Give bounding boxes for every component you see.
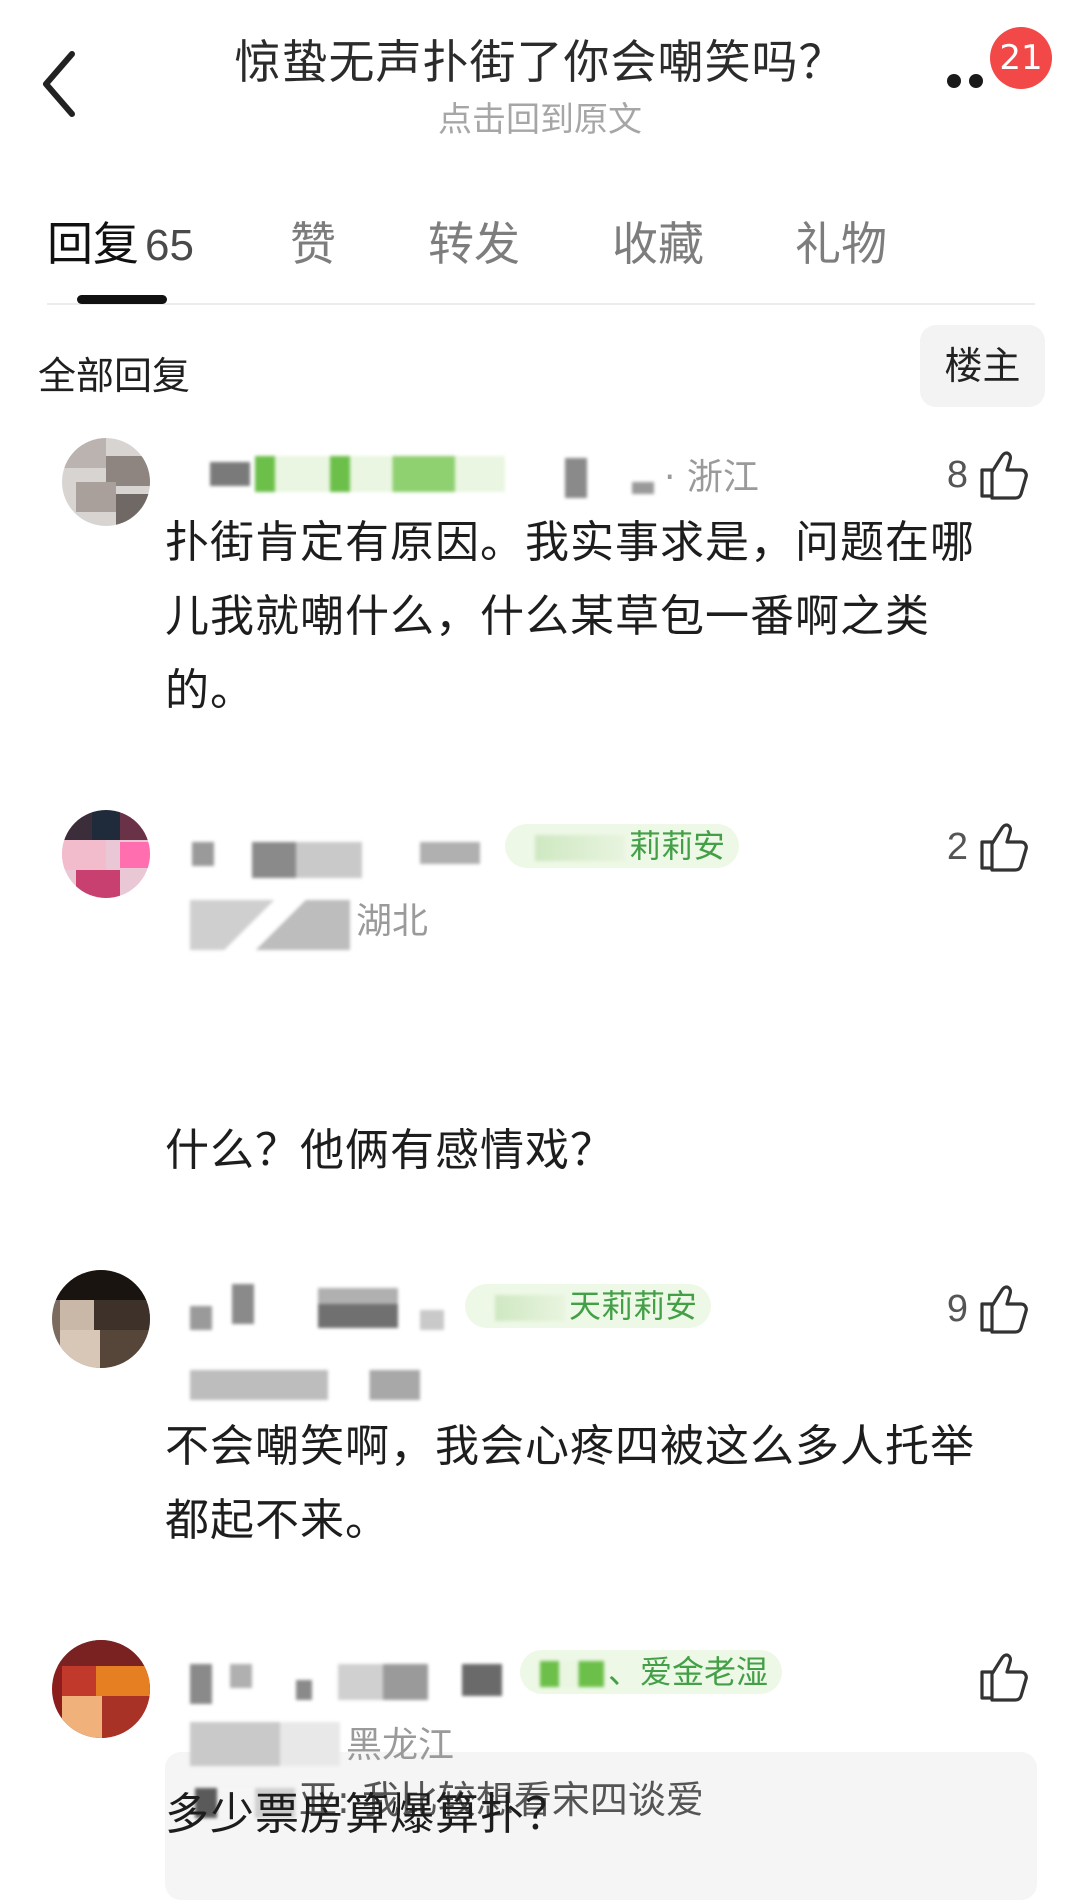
dot-icon xyxy=(969,74,983,88)
region-label: 黑龙江 xyxy=(346,1725,455,1766)
reply-count: 65 xyxy=(145,221,194,270)
region-prefix-mask xyxy=(190,900,350,950)
user-badge[interactable]: 莉莉安 xyxy=(505,824,740,868)
like-button[interactable] xyxy=(970,1650,1030,1710)
username-mask xyxy=(462,1664,502,1696)
owner-filter-button[interactable]: 楼主 xyxy=(920,325,1045,407)
badge-label: 、爱金老湿 xyxy=(608,1653,769,1691)
like-count: 8 xyxy=(946,454,968,496)
avatar[interactable] xyxy=(62,438,150,526)
comment-item: · 浙江 8 扑街肯定有原因。我实事求是，问题在哪儿我就嘲什么，什么某草包一番啊… xyxy=(0,430,1080,730)
like-count: 9 xyxy=(946,1288,968,1330)
user-badge-mask xyxy=(255,456,505,492)
region-label: · 浙江 xyxy=(664,457,759,498)
tab-favorites[interactable]: 收藏 xyxy=(612,208,704,274)
username-mask xyxy=(338,1664,428,1700)
tab-label: 回复 xyxy=(47,217,139,271)
region-prefix-mask xyxy=(190,1722,340,1766)
tab-replies[interactable]: 回复 65 xyxy=(47,208,194,274)
thumbs-up-icon xyxy=(980,823,1028,872)
back-to-original-link[interactable]: 点击回到原文 xyxy=(0,92,1080,141)
tab-active-indicator xyxy=(77,295,167,304)
badge-mask xyxy=(540,1661,604,1687)
comment-item: 天莉莉安 9 不会嘲笑啊，我会心疼四被这么多人托举都起不来。 xyxy=(0,1270,1080,1570)
region-label: 湖北 xyxy=(356,901,429,942)
badge-label: 天莉莉安 xyxy=(569,1287,698,1325)
page-title: 惊蛰无声扑街了你会嘲笑吗？ xyxy=(234,35,846,89)
like-button[interactable]: 9 xyxy=(930,1282,1030,1342)
thumbs-up-icon xyxy=(980,1653,1028,1702)
tab-divider xyxy=(47,303,1035,305)
badge-mask xyxy=(535,835,625,861)
comment-text: 什么？他俩有感情戏？ xyxy=(165,1125,615,1176)
thumbs-up-icon xyxy=(980,1285,1028,1334)
username-mask xyxy=(210,462,250,486)
like-button[interactable]: 8 xyxy=(930,448,1030,508)
all-replies-label: 全部回复 xyxy=(38,354,191,398)
username-mask xyxy=(190,1664,212,1704)
badge-mask xyxy=(495,1295,565,1321)
tab-reposts[interactable]: 转发 xyxy=(428,208,520,274)
name-mask xyxy=(632,482,654,494)
tab-gifts[interactable]: 礼物 xyxy=(795,208,887,274)
region-mask xyxy=(190,1370,420,1400)
username-mask xyxy=(318,1288,398,1328)
username-mask xyxy=(192,842,214,866)
username-mask xyxy=(190,1306,212,1330)
username-mask xyxy=(252,842,362,878)
badge-label: 莉莉安 xyxy=(629,827,726,865)
tab-likes[interactable]: 赞 xyxy=(290,208,336,274)
dot-icon xyxy=(947,74,961,88)
username-mask xyxy=(230,1664,252,1688)
user-badge[interactable]: 、爱金老湿 xyxy=(520,1650,783,1694)
username-mask xyxy=(296,1680,312,1700)
like-button[interactable]: 2 xyxy=(930,820,1030,880)
comment-text: 扑街肯定有原因。我实事求是，问题在哪儿我就嘲什么，什么某草包一番啊之类的。 xyxy=(165,517,975,716)
name-mask xyxy=(565,458,587,498)
comment-text: 不会嘲笑啊，我会心疼四被这么多人托举都起不来。 xyxy=(165,1421,975,1546)
avatar[interactable] xyxy=(52,1640,150,1738)
username-mask xyxy=(420,842,480,864)
notification-badge[interactable]: 21 xyxy=(990,27,1052,89)
comment-text: 多少票房算爆算扑？ xyxy=(165,1789,570,1840)
like-count: 2 xyxy=(946,826,968,868)
user-badge[interactable]: 天莉莉安 xyxy=(465,1284,712,1328)
avatar[interactable] xyxy=(52,1270,150,1368)
username-mask xyxy=(420,1310,444,1330)
avatar[interactable] xyxy=(62,810,150,898)
username-mask xyxy=(232,1284,254,1324)
comment-item: 莉莉安 2 湖北 亚: 我比较想看宋四谈爱 什么？他俩有感情戏？ xyxy=(0,800,1080,1900)
thumbs-up-icon xyxy=(980,451,1028,500)
comment-item: 、爱金老湿 黑龙江 多少票房算爆算扑？ xyxy=(0,1640,1080,1890)
